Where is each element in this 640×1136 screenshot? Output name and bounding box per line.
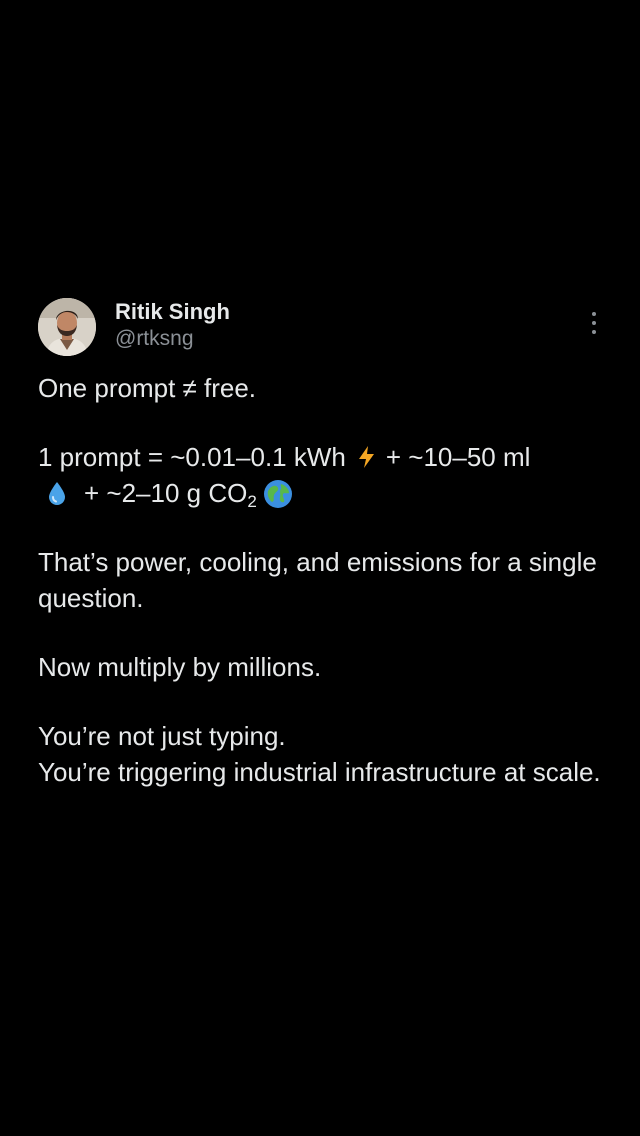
droplet-icon	[44, 480, 70, 506]
tweet-header: Ritik Singh @rtksng	[38, 298, 608, 358]
lightning-icon	[354, 444, 380, 470]
tweet-line-3: That’s power, cooling, and emissions for…	[38, 547, 597, 613]
tweet-card: Ritik Singh @rtksng One prompt ≠ free. 1…	[38, 298, 608, 790]
author-handle[interactable]: @rtksng	[115, 325, 230, 353]
tweet-line-5a: You’re not just typing.	[38, 721, 286, 751]
tweet-line-1: One prompt ≠ free.	[38, 373, 257, 403]
tweet-line-5b: You’re triggering industrial infrastruct…	[38, 757, 601, 787]
globe-icon	[263, 479, 293, 509]
avatar[interactable]	[38, 298, 96, 356]
author-names: Ritik Singh @rtksng	[115, 299, 230, 353]
stats-part-3-subscript: 2	[247, 492, 257, 511]
stats-part-2: + ~10–50 ml	[385, 442, 531, 472]
tweet-text: One prompt ≠ free. 1 prompt = ~0.01–0.1 …	[38, 370, 608, 790]
more-vertical-icon[interactable]	[590, 312, 598, 334]
tweet-line-4: Now multiply by millions.	[38, 652, 322, 682]
author-display-name[interactable]: Ritik Singh	[115, 299, 230, 325]
tweet-line-stats: 1 prompt = ~0.01–0.1 kWh + ~10–50 ml + ~2–…	[38, 439, 608, 511]
avatar-image	[38, 298, 96, 356]
stats-part-3: + ~2–10 g CO	[84, 478, 248, 508]
stats-part-1: 1 prompt = ~0.01–0.1 kWh	[38, 442, 346, 472]
